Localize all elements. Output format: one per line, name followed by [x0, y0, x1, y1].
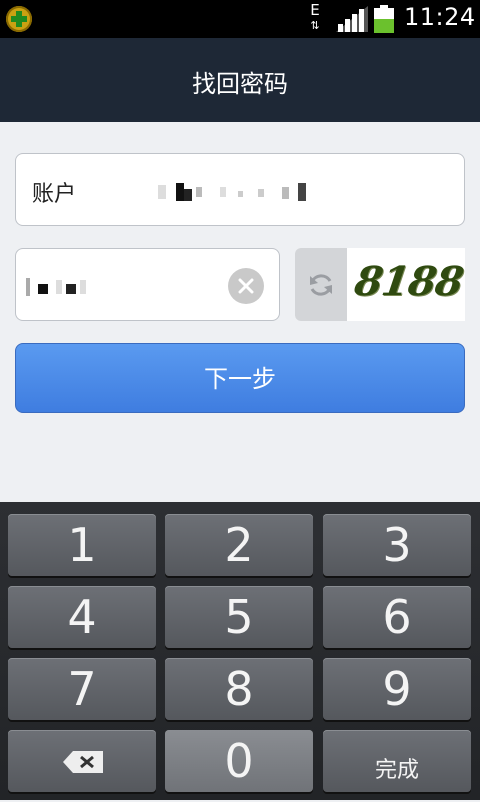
account-label: 账户 [32, 182, 77, 207]
captcha-code: 8188 [351, 258, 465, 305]
app-notification-icon [6, 6, 32, 32]
key-9[interactable]: 9 [323, 658, 471, 720]
status-time: 11:24 [404, 3, 476, 31]
done-key[interactable]: 完成 [323, 730, 471, 792]
key-3[interactable]: 3 [323, 514, 471, 576]
captcha-image[interactable]: 8188 [295, 248, 465, 321]
network-type-indicator: E ⇅ [304, 2, 326, 34]
key-5[interactable]: 5 [165, 586, 313, 648]
done-key-label: 完成 [374, 758, 419, 783]
clear-input-icon[interactable] [228, 268, 264, 304]
refresh-icon [310, 274, 332, 296]
captcha-value-masked [26, 278, 86, 296]
title-bar: 找回密码 [0, 38, 480, 122]
refresh-captcha-button[interactable] [295, 248, 347, 321]
account-value-masked [158, 183, 306, 201]
key-1[interactable]: 1 [8, 514, 156, 576]
status-bar: E ⇅ 11:24 [0, 0, 480, 38]
next-step-button[interactable]: 下一步 [15, 343, 465, 413]
key-4[interactable]: 4 [8, 586, 156, 648]
key-8[interactable]: 8 [165, 658, 313, 720]
backspace-key[interactable] [8, 730, 156, 792]
signal-strength-icon [336, 6, 368, 32]
page-title: 找回密码 [192, 70, 288, 98]
key-7[interactable]: 7 [8, 658, 156, 720]
data-activity-icon: ⇅ [310, 19, 320, 32]
key-2[interactable]: 2 [165, 514, 313, 576]
backspace-icon [63, 751, 103, 773]
key-0[interactable]: 0 [165, 730, 313, 792]
captcha-input[interactable] [15, 248, 280, 321]
numeric-keyboard: 1 2 3 4 5 6 7 8 9 0 完成 [0, 502, 480, 800]
account-field[interactable]: 账户 [15, 153, 465, 226]
key-6[interactable]: 6 [323, 586, 471, 648]
battery-icon [374, 5, 394, 33]
